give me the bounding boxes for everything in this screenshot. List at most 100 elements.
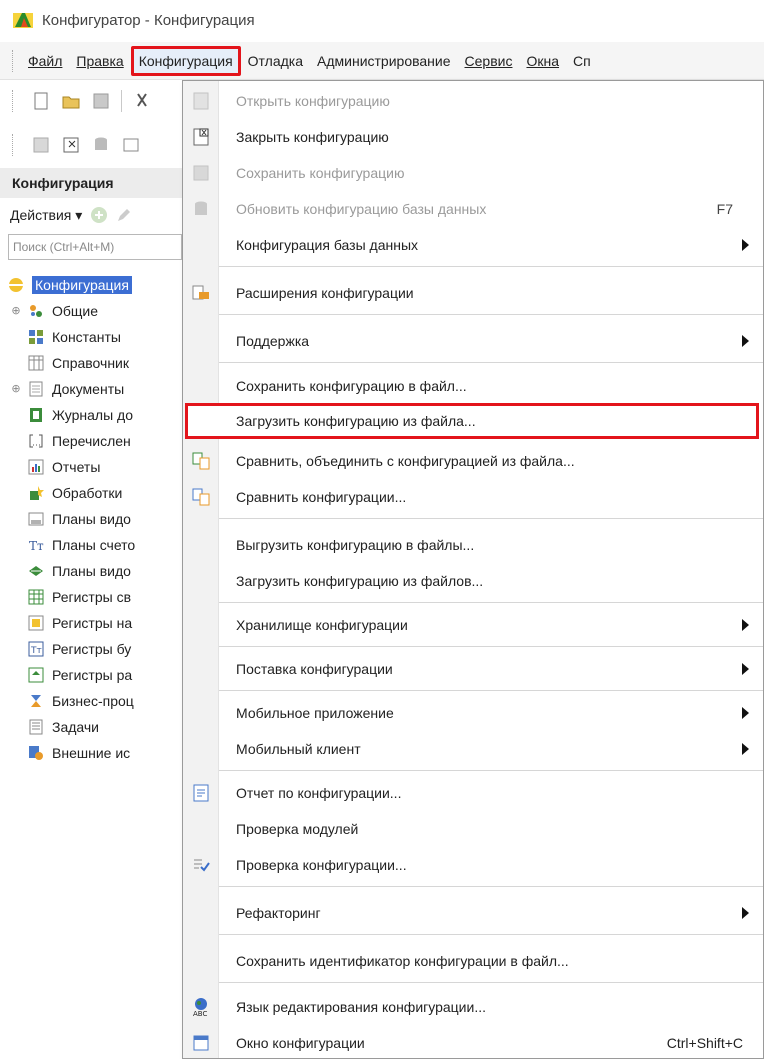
window-title: Конфигуратор - Конфигурация — [42, 11, 255, 29]
tree-item-characteristic-types[interactable]: Планы видо — [8, 506, 182, 532]
tree-item-label: Планы счето — [52, 537, 136, 553]
tasks-icon — [29, 719, 43, 735]
menu-support[interactable]: Поддержка — [183, 323, 763, 359]
menu-compare-configurations[interactable]: Сравнить конфигурации... — [183, 479, 763, 515]
menu-compare-merge-with-file[interactable]: Сравнить, объединить с конфигурацией из … — [183, 443, 763, 479]
close-config-icon[interactable] — [61, 135, 81, 155]
tree-item-label: Регистры на — [52, 615, 133, 631]
menu-configuration[interactable]: Конфигурация — [130, 45, 241, 76]
menu-save-configuration-to-file[interactable]: Сохранить конфигурацию в файл... — [183, 368, 763, 404]
journals-icon — [30, 408, 42, 422]
menu-configuration-extensions[interactable]: Расширения конфигурации — [183, 275, 763, 311]
menu-help[interactable]: Сп — [566, 50, 598, 72]
tree-item-documents[interactable]: ⊕ Документы — [8, 376, 182, 402]
open-config-icon[interactable] — [31, 135, 51, 155]
database-update-icon — [195, 201, 207, 215]
menu-configuration-delivery[interactable]: Поставка конфигурации — [183, 651, 763, 687]
tree-item-processing[interactable]: Обработки — [8, 480, 182, 506]
toolbar-grip[interactable] — [12, 134, 15, 156]
menu-file[interactable]: Файл — [21, 50, 69, 72]
expand-icon[interactable]: ⊕ — [8, 304, 24, 318]
svg-text:Тт: Тт — [29, 539, 44, 553]
menu-check-modules[interactable]: Проверка модулей — [183, 811, 763, 847]
tree-item-info-registers[interactable]: Регистры св — [8, 584, 182, 610]
tree-item-calculation-registers[interactable]: Регистры ра — [8, 662, 182, 688]
menu-load-configuration-from-file[interactable]: Загрузить конфигурацию из файла... — [185, 403, 759, 439]
tree-item-accounting-registers[interactable]: Тт Регистры бу — [8, 636, 182, 662]
menu-close-configuration[interactable]: Закрыть конфигурацию — [183, 119, 763, 155]
menu-editing-language[interactable]: ABC Язык редактирования конфигурации... — [183, 989, 763, 1025]
tree-item-label: Регистры ра — [52, 667, 133, 683]
menu-separator — [219, 266, 763, 267]
tree-item-enums[interactable]: Перечислен — [8, 428, 182, 454]
search-input[interactable]: Поиск (Ctrl+Alt+M) — [8, 234, 182, 260]
pencil-icon[interactable] — [116, 207, 132, 223]
tree-item-accumulation-registers[interactable]: Регистры на — [8, 610, 182, 636]
menu-configuration-report[interactable]: Отчет по конфигурации... — [183, 775, 763, 811]
charts-of-accounts-icon: Тт — [29, 539, 44, 553]
toolbar-separator — [121, 90, 122, 112]
common-icon — [30, 305, 42, 317]
accounting-registers-icon: Тт — [28, 641, 44, 657]
submenu-arrow-icon — [742, 619, 749, 631]
tree-item-charts-of-accounts[interactable]: Тт Планы счето — [8, 532, 182, 558]
new-document-icon[interactable] — [31, 91, 51, 111]
menu-open-configuration[interactable]: Открыть конфигурацию — [183, 83, 763, 119]
menu-item-label: Мобильный клиент — [236, 741, 361, 757]
menu-check-configuration[interactable]: Проверка конфигурации... — [183, 847, 763, 883]
tree-item-label: Справочник — [52, 355, 129, 371]
cut-icon[interactable] — [132, 91, 152, 111]
tree-item-tasks[interactable]: Задачи — [8, 714, 182, 740]
menu-item-label: Сохранить идентификатор конфигурации в ф… — [236, 953, 569, 969]
actions-button[interactable]: Действия ▾ — [10, 207, 82, 224]
menu-item-label: Поставка конфигурации — [236, 661, 393, 677]
tree-item-constants[interactable]: Константы — [8, 324, 182, 350]
menu-configuration-repository[interactable]: Хранилище конфигурации — [183, 607, 763, 643]
extensions-icon — [192, 285, 209, 300]
menubar-grip[interactable] — [12, 49, 15, 72]
tree-item-external-sources[interactable]: Внешние ис — [8, 740, 182, 766]
menu-windows[interactable]: Окна — [519, 50, 566, 72]
save-icon[interactable] — [91, 91, 111, 111]
check-configuration-icon — [194, 859, 210, 872]
menu-load-configuration-from-files[interactable]: Загрузить конфигурацию из файлов... — [183, 563, 763, 599]
tree-item-label: Общие — [52, 303, 99, 319]
menu-mobile-application[interactable]: Мобильное приложение — [183, 695, 763, 731]
menu-refactoring[interactable]: Рефакторинг — [183, 895, 763, 931]
menu-item-label: Открыть конфигурацию — [236, 93, 390, 109]
database-update-icon[interactable] — [91, 135, 111, 155]
menu-item-label: Сохранить конфигурацию в файл... — [236, 378, 467, 394]
menu-configuration-window[interactable]: Окно конфигурации Ctrl+Shift+C — [183, 1025, 763, 1059]
tree-item-catalogs[interactable]: Справочник — [8, 350, 182, 376]
add-icon[interactable] — [90, 206, 108, 224]
panel-actions-row: Действия ▾ — [0, 200, 182, 230]
menu-item-label: Поддержка — [236, 333, 310, 349]
menu-mobile-client[interactable]: Мобильный клиент — [183, 731, 763, 767]
menu-export-configuration-to-files[interactable]: Выгрузить конфигурацию в файлы... — [183, 527, 763, 563]
menu-database-configuration[interactable]: Конфигурация базы данных — [183, 227, 763, 263]
tree-item-business-processes[interactable]: Бизнес-проц — [8, 688, 182, 714]
menu-separator — [219, 646, 763, 647]
menu-administration[interactable]: Администрирование — [310, 50, 458, 72]
tree-item-label: Документы — [52, 381, 125, 397]
open-folder-icon[interactable] — [61, 91, 81, 111]
tree-item-journals[interactable]: Журналы до — [8, 402, 182, 428]
tree-item-configuration[interactable]: Конфигурация — [8, 272, 182, 298]
menu-service[interactable]: Сервис — [458, 50, 520, 72]
table-icon[interactable] — [121, 135, 141, 155]
menu-debug[interactable]: Отладка — [241, 50, 310, 72]
menu-save-configuration-id-to-file[interactable]: Сохранить идентификатор конфигурации в ф… — [183, 943, 763, 979]
menu-edit[interactable]: Правка — [69, 50, 130, 72]
menu-separator — [219, 518, 763, 519]
toolbar-standard — [12, 86, 182, 116]
calculation-registers-icon — [28, 667, 44, 683]
toolbar-grip[interactable] — [12, 90, 15, 112]
menu-update-database-configuration[interactable]: Обновить конфигурацию базы данных F7 — [183, 191, 763, 227]
compare-merge-icon — [192, 452, 210, 470]
expand-icon[interactable]: ⊕ — [8, 382, 24, 396]
menu-save-configuration[interactable]: Сохранить конфигурацию — [183, 155, 763, 191]
tree-item-reports[interactable]: Отчеты — [8, 454, 182, 480]
tree-item-common[interactable]: ⊕ Общие — [8, 298, 182, 324]
svg-text:ABC: ABC — [193, 1010, 207, 1017]
tree-item-calculation-types[interactable]: Планы видо — [8, 558, 182, 584]
